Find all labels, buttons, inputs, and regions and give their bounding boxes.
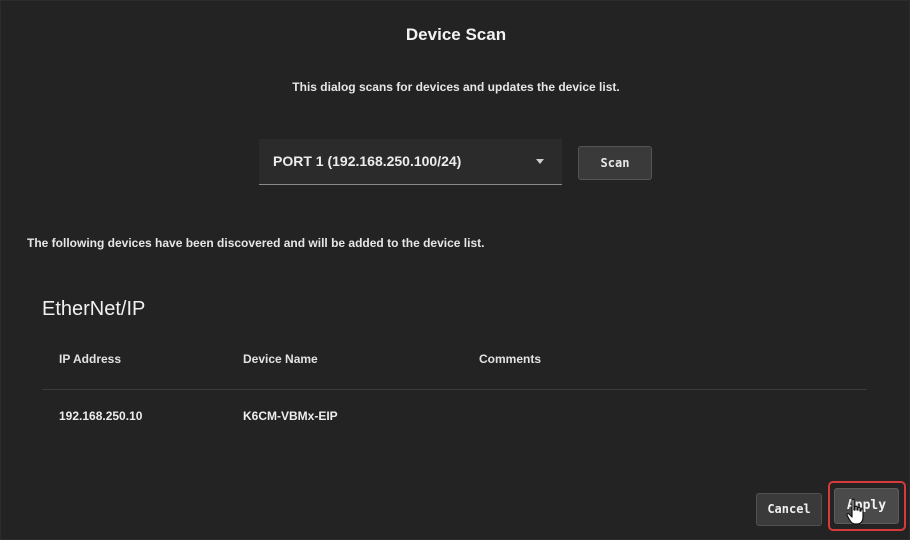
chevron-down-icon [536,159,544,164]
cell-device-name: K6CM-VBMx-EIP [243,409,338,423]
cancel-button[interactable]: Cancel [756,493,822,526]
cell-ip-address: 192.168.250.10 [59,409,143,423]
table-row[interactable]: 192.168.250.10 K6CM-VBMx-EIP [42,392,867,436]
port-select[interactable]: PORT 1 (192.168.250.100/24) [259,139,562,185]
column-header-device-name: Device Name [243,352,318,366]
device-scan-dialog: Device Scan This dialog scans for device… [0,0,910,540]
scan-button[interactable]: Scan [578,146,652,180]
column-header-ip-address: IP Address [59,352,122,366]
discovered-message: The following devices have been discover… [27,236,485,250]
table-header: IP Address Device Name Comments [42,344,867,390]
dialog-description: This dialog scans for devices and update… [292,80,620,94]
section-title-ethernet-ip: EtherNet/IP [42,298,146,320]
column-header-comments: Comments [479,352,542,366]
dialog-title: Device Scan [405,25,507,44]
port-select-value: PORT 1 (192.168.250.100/24) [273,153,462,169]
hand-pointer-icon [846,498,864,525]
